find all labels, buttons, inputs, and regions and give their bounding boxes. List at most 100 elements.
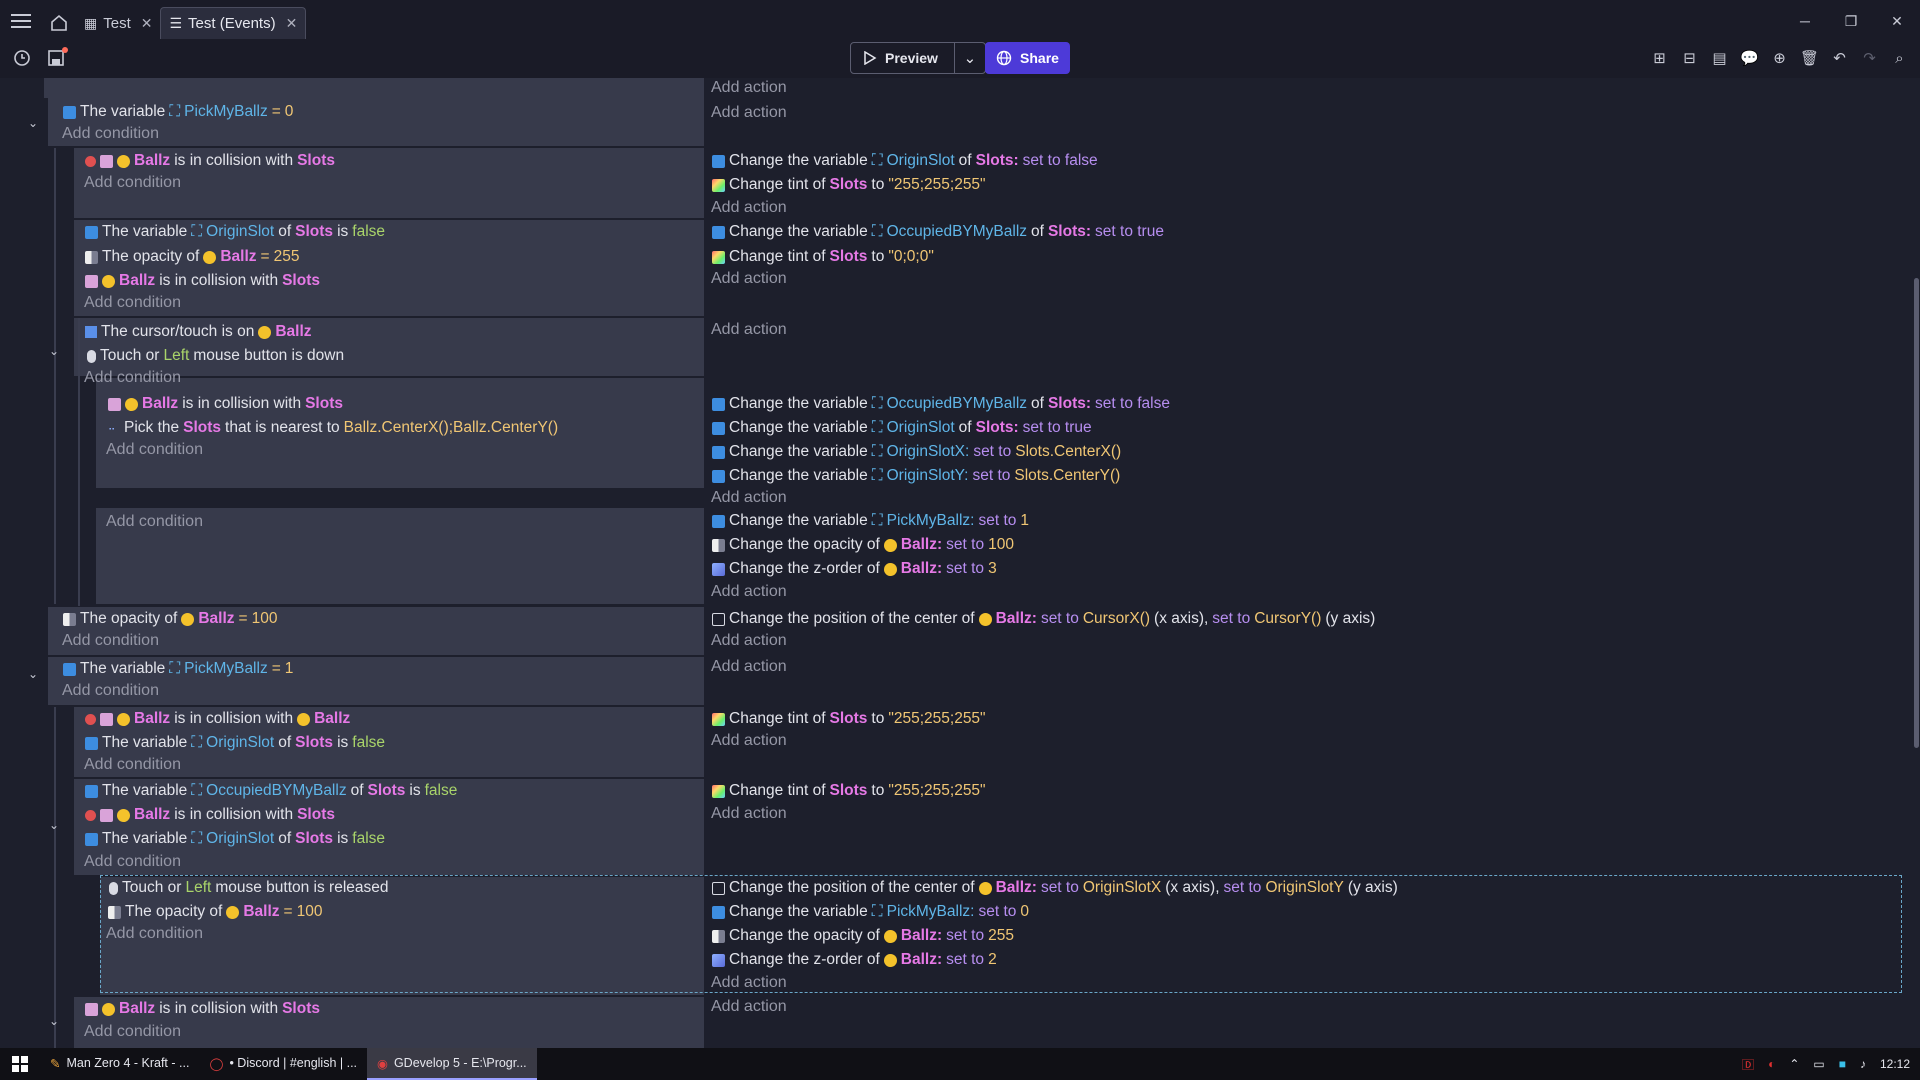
add-action-link[interactable]: Add action <box>711 804 787 824</box>
add-condition-link[interactable]: Add condition <box>84 755 181 775</box>
close-icon[interactable]: ✕ <box>286 15 298 32</box>
condition-row[interactable]: The opacity of Ballz = 100 <box>63 610 277 628</box>
vertical-scrollbar[interactable] <box>1912 78 1920 1048</box>
home-tab[interactable] <box>42 7 76 39</box>
add-condition-link[interactable]: Add condition <box>106 512 203 532</box>
action-row[interactable]: Change the z-order of Ballz: set to 2 <box>712 951 997 969</box>
add-more-icon[interactable]: ⊕ <box>1769 46 1790 70</box>
condition-row[interactable]: The variable ⛶ OccupiedBYMyBallz of Slots… <box>85 782 457 800</box>
add-action-link[interactable]: Add action <box>711 973 787 993</box>
collapse-chevron-icon[interactable]: ⌄ <box>49 1014 59 1028</box>
action-row[interactable]: Change the opacity of Ballz: set to 255 <box>712 927 1014 945</box>
minimize-icon[interactable]: ─ <box>1782 9 1828 33</box>
windows-start-icon[interactable] <box>0 1048 40 1080</box>
history-icon[interactable] <box>10 46 34 70</box>
action-row[interactable]: Change the variable ⛶ PickMyBallz: set to… <box>712 903 1029 921</box>
chevron-up-icon[interactable]: ⌃ <box>1789 1057 1799 1071</box>
add-group-icon[interactable]: ▤ <box>1709 46 1730 70</box>
condition-row[interactable]: Touch or Left mouse button is down <box>87 347 344 365</box>
search-icon[interactable]: ⌕ <box>1889 46 1910 70</box>
add-action-link[interactable]: Add action <box>711 657 787 677</box>
add-action-link[interactable]: Add action <box>711 631 787 651</box>
condition-row[interactable]: The cursor/touch is on Ballz <box>85 323 312 341</box>
condition-row[interactable]: The variable ⛶ OriginSlot of Slots is fal… <box>85 830 385 848</box>
add-action-link[interactable]: Add action <box>711 78 787 98</box>
add-action-link[interactable]: Add action <box>711 731 787 751</box>
condition-row[interactable]: Ballz is in collision with Slots <box>85 272 320 290</box>
condition-row[interactable]: The variable ⛶ OriginSlot of Slots is fal… <box>85 223 385 241</box>
add-condition-link[interactable]: Add condition <box>106 440 203 460</box>
condition-row[interactable]: The variable ⛶ PickMyBallz = 1 <box>63 660 293 678</box>
add-comment-icon[interactable]: 💬 <box>1739 46 1760 70</box>
add-action-link[interactable]: Add action <box>711 488 787 508</box>
close-icon[interactable]: ✕ <box>141 15 153 32</box>
action-row[interactable]: Change the variable ⛶ OriginSlotY: set to… <box>712 467 1120 485</box>
add-action-link[interactable]: Add action <box>711 320 787 340</box>
action-row[interactable]: Change tint of Slots to "255;255;255" <box>712 782 986 800</box>
condition-row[interactable]: Ballz is in collision with Slots <box>108 395 343 413</box>
collapse-chevron-icon[interactable]: ⌄ <box>49 818 59 832</box>
condition-row[interactable]: Ballz is in collision with Ballz <box>85 710 350 728</box>
action-row[interactable]: Change the variable ⛶ OriginSlotX: set to… <box>712 443 1121 461</box>
gamepad-icon[interactable]: ▭ <box>1813 1057 1824 1071</box>
action-row[interactable]: Change tint of Slots to "255;255;255" <box>712 710 986 728</box>
tray-app-icon[interactable]: 🄳 <box>1742 1056 1754 1073</box>
delete-icon[interactable]: 🗑 <box>1799 46 1820 70</box>
preview-button[interactable]: Preview <box>851 43 955 73</box>
undo-icon[interactable]: ↶ <box>1829 46 1850 70</box>
action-row[interactable]: Change the position of the center of Bal… <box>712 879 1398 897</box>
save-project-icon[interactable] <box>44 46 68 70</box>
action-row[interactable]: Change the z-order of Ballz: set to 3 <box>712 560 997 578</box>
restore-icon[interactable]: ❐ <box>1828 9 1874 33</box>
add-condition-link[interactable]: Add condition <box>62 631 159 651</box>
add-condition-link[interactable]: Add condition <box>62 124 159 144</box>
condition-row[interactable]: The opacity of Ballz = 255 <box>85 248 299 266</box>
action-row[interactable]: Change tint of Slots to "255;255;255" <box>712 176 986 194</box>
action-row[interactable]: Change the variable ⛶ OriginSlot of Slots… <box>712 419 1092 437</box>
action-row[interactable]: Change the position of the center of Bal… <box>712 610 1375 628</box>
add-action-link[interactable]: Add action <box>711 103 787 123</box>
tab-test-events[interactable]: ☰ Test (Events) ✕ <box>160 7 307 39</box>
condition-row[interactable]: ⠒ Pick the Slots that is nearest to Ball… <box>108 419 558 437</box>
redo-icon[interactable]: ↷ <box>1859 46 1880 70</box>
taskbar-item-gdevelop[interactable]: ◉ GDevelop 5 - E:\Progr... <box>367 1048 537 1080</box>
add-action-link[interactable]: Add action <box>711 582 787 602</box>
add-condition-link[interactable]: Add condition <box>84 1022 181 1042</box>
close-window-icon[interactable]: ✕ <box>1874 9 1920 33</box>
taskbar-item-discord[interactable]: ◯ • Discord | #english | ... <box>199 1048 367 1080</box>
tray-app-icon[interactable]: ◐ <box>1768 1057 1775 1071</box>
condition-row[interactable]: Ballz is in collision with Slots <box>85 152 335 170</box>
collapse-chevron-icon[interactable]: ⌄ <box>28 667 38 681</box>
collapse-chevron-icon[interactable]: ⌄ <box>28 116 38 130</box>
add-condition-link[interactable]: Add condition <box>84 368 181 388</box>
condition-row[interactable]: Touch or Left mouse button is released <box>109 879 389 897</box>
hamburger-menu-icon[interactable] <box>0 0 42 42</box>
action-row[interactable]: Change the variable ⛶ OccupiedBYMyBallz o… <box>712 223 1164 241</box>
add-condition-link[interactable]: Add condition <box>84 852 181 872</box>
add-action-link[interactable]: Add action <box>711 997 787 1017</box>
share-button[interactable]: Share <box>985 42 1070 74</box>
action-row[interactable]: Change the variable ⛶ OccupiedBYMyBallz o… <box>712 395 1170 413</box>
action-row[interactable]: Change the variable ⛶ OriginSlot of Slots… <box>712 152 1098 170</box>
action-row[interactable]: Change the opacity of Ballz: set to 100 <box>712 536 1014 554</box>
add-condition-link[interactable]: Add condition <box>84 293 181 313</box>
add-action-link[interactable]: Add action <box>711 269 787 289</box>
condition-row[interactable]: The variable ⛶ PickMyBallz = 0 <box>63 103 293 121</box>
speaker-icon[interactable]: ♪ <box>1860 1057 1866 1071</box>
action-row[interactable]: Change tint of Slots to "0;0;0" <box>712 248 934 266</box>
collapse-chevron-icon[interactable]: ⌄ <box>49 344 59 358</box>
preview-dropdown-button[interactable]: ⌄ <box>955 43 985 73</box>
scrollbar-thumb[interactable] <box>1914 278 1919 748</box>
condition-row[interactable]: The opacity of Ballz = 100 <box>108 903 322 921</box>
add-event-icon[interactable]: ⊞ <box>1649 46 1670 70</box>
tab-test[interactable]: ▦ Test ✕ <box>76 7 160 39</box>
action-row[interactable]: Change the variable ⛶ PickMyBallz: set to… <box>712 512 1029 530</box>
clock[interactable]: 12:12 <box>1880 1057 1910 1071</box>
condition-row[interactable]: Ballz is in collision with Slots <box>85 806 335 824</box>
add-subevent-icon[interactable]: ⊟ <box>1679 46 1700 70</box>
add-condition-link[interactable]: Add condition <box>106 924 203 944</box>
condition-row[interactable]: Ballz is in collision with Slots <box>85 1000 320 1018</box>
taskbar-item-man-zero[interactable]: ✎ Man Zero 4 - Kraft - ... <box>40 1048 199 1080</box>
condition-row[interactable]: The variable ⛶ OriginSlot of Slots is fal… <box>85 734 385 752</box>
add-action-link[interactable]: Add action <box>711 198 787 218</box>
